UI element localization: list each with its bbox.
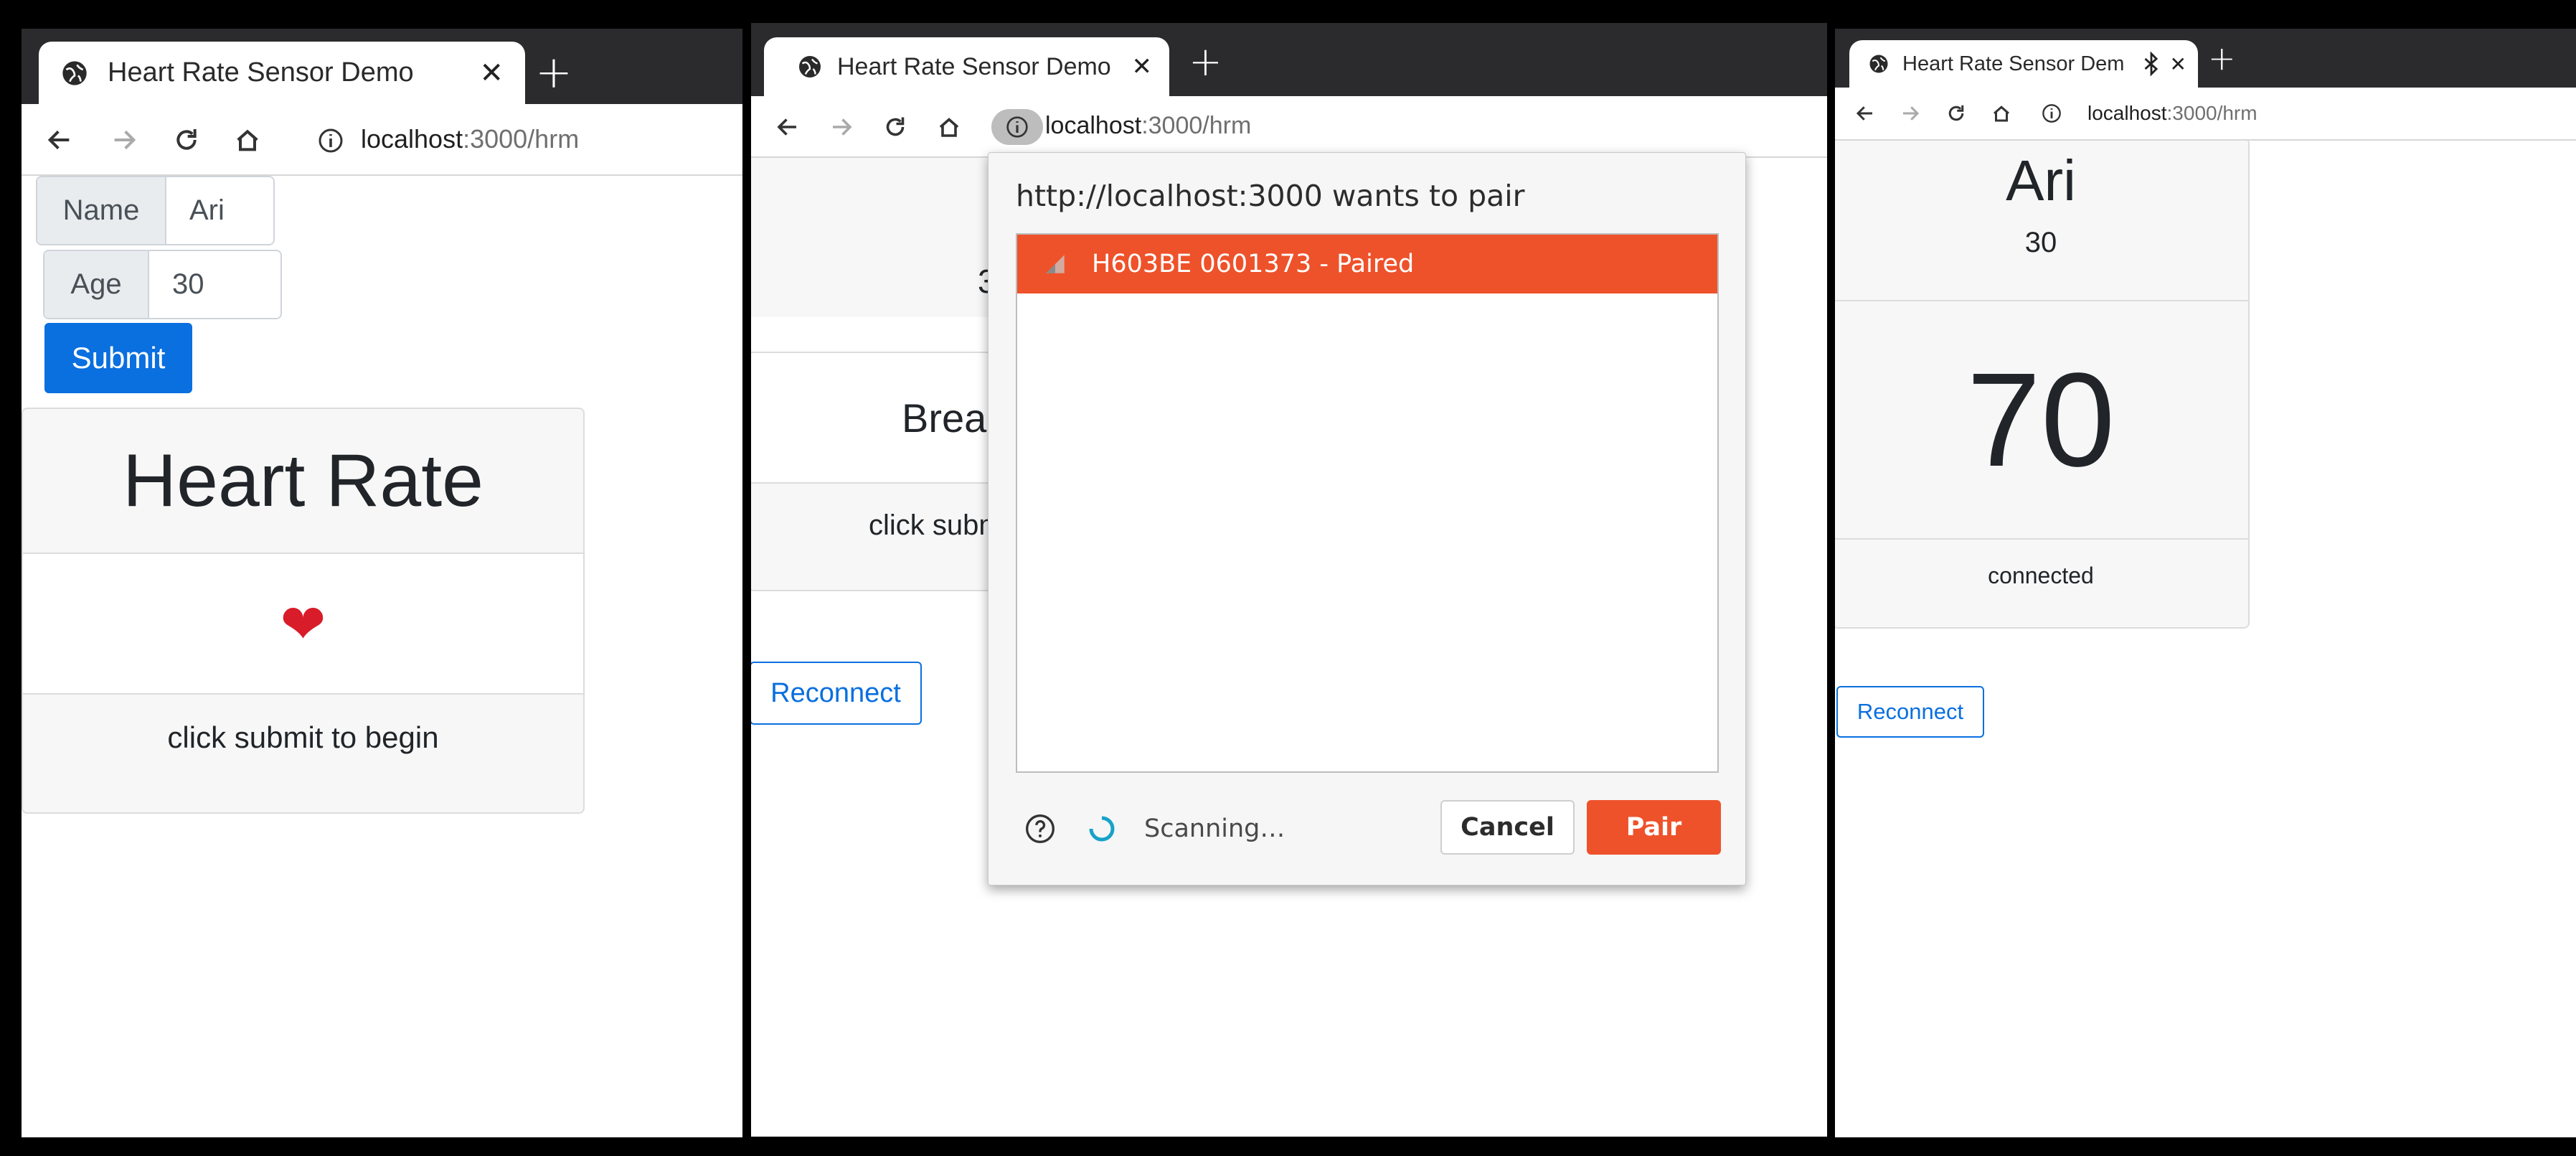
heart-rate-card: Heart Rate ❤ click submit to begin bbox=[22, 408, 585, 814]
browser-tab[interactable]: Heart Rate Sensor Dem ✕ bbox=[1849, 40, 2198, 88]
close-icon[interactable]: ✕ bbox=[2170, 52, 2186, 76]
url-host: localhost bbox=[1045, 112, 1142, 139]
cancel-button[interactable]: Cancel bbox=[1440, 800, 1575, 855]
globe-icon bbox=[60, 59, 89, 88]
tab-strip: Heart Rate Sensor Demo ✕ + bbox=[22, 29, 742, 104]
url-path: :3000/hrm bbox=[1141, 112, 1252, 139]
device-row[interactable]: H603BE 0601373 - Paired bbox=[1017, 235, 1717, 293]
globe-icon bbox=[797, 54, 823, 80]
close-icon[interactable]: ✕ bbox=[479, 57, 504, 90]
age-input-group: Age 30 bbox=[43, 250, 282, 319]
card-name: Ari bbox=[1835, 141, 2248, 214]
reconnect-button[interactable]: Reconnect bbox=[751, 662, 922, 725]
tab-title: Heart Rate Sensor Demo bbox=[108, 57, 414, 88]
back-icon[interactable] bbox=[1851, 99, 1879, 128]
url-path: :3000/hrm bbox=[463, 124, 580, 154]
forward-icon[interactable] bbox=[106, 122, 142, 158]
forward-icon[interactable] bbox=[1896, 99, 1925, 128]
tab-title: Heart Rate Sensor Dem bbox=[1902, 52, 2125, 75]
tab-strip: Heart Rate Sensor Dem ✕ + bbox=[1835, 29, 2576, 88]
heart-rate-card: Ari 30 70 connected bbox=[1835, 141, 2250, 629]
dialog-title: http://localhost:3000 wants to pair bbox=[1016, 179, 1525, 213]
bpm-value: 70 bbox=[1835, 301, 2248, 538]
bluetooth-icon bbox=[2141, 51, 2161, 77]
home-icon[interactable] bbox=[1987, 99, 2016, 128]
heart-icon: ❤ bbox=[280, 591, 326, 656]
name-input[interactable]: Ari bbox=[166, 177, 273, 244]
close-icon[interactable]: ✕ bbox=[1132, 52, 1153, 81]
page-content: Name Ari Age 30 Submit Heart Rate ❤ clic… bbox=[22, 176, 742, 1137]
site-info-icon[interactable] bbox=[2040, 102, 2063, 125]
browser-window-1: Heart Rate Sensor Demo ✕ + localhost:300… bbox=[22, 29, 742, 1137]
tab-strip: Heart Rate Sensor Demo ✕ + bbox=[751, 23, 1827, 96]
browser-toolbar: localhost:3000/hrm bbox=[1835, 88, 2576, 141]
forward-icon[interactable] bbox=[825, 111, 858, 144]
url-host: localhost bbox=[361, 124, 463, 154]
address-bar[interactable]: localhost:3000/hrm bbox=[1045, 112, 1251, 140]
pair-button[interactable]: Pair bbox=[1587, 800, 1721, 855]
device-name: H603BE 0601373 - Paired bbox=[1092, 250, 1415, 278]
site-info-icon[interactable] bbox=[316, 126, 346, 156]
reload-icon[interactable] bbox=[879, 111, 912, 144]
browser-toolbar: localhost:3000/hrm bbox=[751, 96, 1827, 158]
browser-window-2: Heart Rate Sensor Demo ✕ + localhost:300… bbox=[751, 23, 1827, 1137]
back-icon[interactable] bbox=[42, 122, 77, 158]
reconnect-button[interactable]: Reconnect bbox=[1836, 686, 1984, 738]
globe-icon bbox=[1868, 53, 1889, 75]
url-path: :3000/hrm bbox=[2166, 102, 2257, 124]
new-tab-icon[interactable]: + bbox=[1189, 39, 1222, 85]
card-title: Heart Rate bbox=[23, 409, 583, 553]
browser-window-3: Heart Rate Sensor Dem ✕ + localhost:3000… bbox=[1835, 29, 2576, 1137]
device-list[interactable]: H603BE 0601373 - Paired bbox=[1016, 233, 1719, 773]
site-info-icon[interactable] bbox=[991, 109, 1043, 145]
age-label: Age bbox=[44, 251, 149, 318]
bluetooth-pair-dialog: http://localhost:3000 wants to pair H603… bbox=[988, 152, 1746, 885]
signal-strength-icon bbox=[1043, 252, 1067, 276]
name-input-group: Name Ari bbox=[36, 176, 275, 245]
home-icon[interactable] bbox=[933, 111, 966, 144]
tab-title: Heart Rate Sensor Demo bbox=[837, 52, 1111, 80]
reload-icon[interactable] bbox=[1942, 99, 1971, 128]
new-tab-icon[interactable]: + bbox=[535, 46, 572, 98]
url-host: localhost bbox=[2087, 102, 2167, 124]
scanning-status: Scanning… bbox=[1144, 814, 1285, 843]
back-icon[interactable] bbox=[771, 111, 804, 144]
address-bar[interactable]: localhost:3000/hrm bbox=[361, 124, 579, 154]
new-tab-icon[interactable]: + bbox=[2208, 39, 2236, 77]
browser-toolbar: localhost:3000/hrm bbox=[22, 104, 742, 176]
reload-icon[interactable] bbox=[169, 122, 204, 158]
home-icon[interactable] bbox=[230, 122, 265, 158]
name-label: Name bbox=[37, 177, 166, 244]
card-age: 30 bbox=[1835, 214, 2248, 300]
card-status: connected bbox=[1835, 540, 2248, 627]
address-bar[interactable]: localhost:3000/hrm bbox=[2087, 102, 2257, 125]
age-input[interactable]: 30 bbox=[149, 251, 280, 318]
submit-button[interactable]: Submit bbox=[44, 323, 192, 393]
card-status: click submit to begin bbox=[23, 695, 583, 812]
help-icon[interactable] bbox=[1024, 813, 1056, 845]
page-content: Ari 30 70 connected Reconnect bbox=[1835, 141, 2576, 1137]
browser-tab[interactable]: Heart Rate Sensor Demo ✕ bbox=[764, 37, 1169, 96]
browser-tab[interactable]: Heart Rate Sensor Demo ✕ bbox=[39, 42, 525, 104]
spinner-icon bbox=[1088, 814, 1116, 843]
